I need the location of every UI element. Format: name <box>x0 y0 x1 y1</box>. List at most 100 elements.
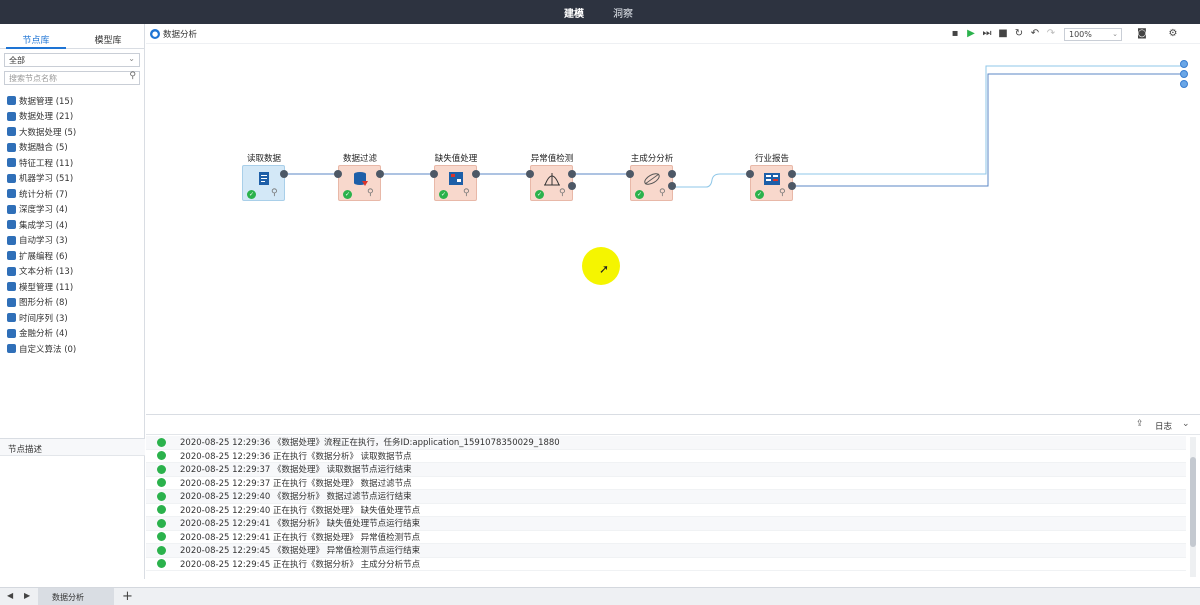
output-port[interactable] <box>568 182 576 190</box>
category-item[interactable]: 集成学习 (4) <box>0 217 145 233</box>
magnify-icon[interactable]: ⚲ <box>271 188 278 198</box>
redo-icon[interactable]: ↷ <box>1045 28 1057 40</box>
log-row: 2020-08-25 12:29:37 《数据处理》 读取数据节点运行结束 <box>146 463 1186 477</box>
flow-tab[interactable]: 数据分析 <box>38 588 114 605</box>
refresh-icon[interactable]: ↻ <box>1013 28 1025 40</box>
category-item[interactable]: 数据融合 (5) <box>0 140 145 156</box>
node-read-data[interactable]: ✓ ⚲ <box>242 165 285 201</box>
undo-icon[interactable]: ↶ <box>1029 28 1041 40</box>
category-label: 集成学习 (4) <box>19 220 68 231</box>
category-item[interactable]: 统计分析 (7) <box>0 186 145 202</box>
tab-modeling[interactable]: 建模 <box>564 5 584 20</box>
camera-icon[interactable]: ◙ <box>1136 28 1148 40</box>
log-row: 2020-08-25 12:29:40 正在执行《数据处理》 缺失值处理节点 <box>146 504 1186 517</box>
zoom-select[interactable]: 100% ⌄ <box>1064 28 1122 41</box>
node-missing-values[interactable]: ✓ ⚲ <box>434 165 477 201</box>
category-item[interactable]: 数据管理 (15) <box>0 93 145 109</box>
category-item[interactable]: 时间序列 (3) <box>0 310 145 326</box>
category-label: 模型管理 (11) <box>19 282 74 293</box>
edge-pca-report <box>675 173 746 188</box>
scrollbar-thumb[interactable] <box>1190 457 1196 547</box>
next-tab-icon[interactable]: ▶ <box>24 591 30 600</box>
tab-node-library[interactable]: 节点库 <box>0 33 72 46</box>
node-search-input[interactable]: 搜索节点名称 ⚲ <box>4 71 140 85</box>
node-data-filter[interactable]: ✓ ⚲ <box>338 165 381 201</box>
category-item[interactable]: 金融分析 (4) <box>0 326 145 342</box>
input-port[interactable] <box>626 170 634 178</box>
category-item[interactable]: 模型管理 (11) <box>0 279 145 295</box>
log-text: 2020-08-25 12:29:40 《数据分析》 数据过滤节点运行结束 <box>180 492 412 503</box>
input-port[interactable] <box>746 170 754 178</box>
node-description-header: 节点描述 <box>0 438 145 456</box>
save-icon[interactable]: ▪ <box>949 28 961 40</box>
log-scrollbar[interactable] <box>1190 437 1196 577</box>
output-port[interactable] <box>668 170 676 178</box>
output-endpoint[interactable] <box>1180 60 1188 68</box>
category-item[interactable]: 特征工程 (11) <box>0 155 145 171</box>
library-tabs: 节点库 模型库 <box>0 29 145 49</box>
search-placeholder: 搜索节点名称 <box>9 74 57 83</box>
output-port[interactable] <box>668 182 676 190</box>
filter-value: 全部 <box>9 56 25 65</box>
flow-canvas[interactable]: 读取数据 ✓ ⚲ 数据过滤 ✓ ⚲ 缺失值处理 ✓ ⚲ 异常值检测 ✓ ⚲ 主成… <box>146 44 1200 414</box>
flow-title: 数据分析 <box>163 30 198 40</box>
run-icon[interactable]: ▶ <box>965 28 977 40</box>
bottom-tab-bar: ◀ ▶ 数据分析 + <box>0 587 1200 605</box>
tab-model-library[interactable]: 模型库 <box>72 33 144 46</box>
search-icon[interactable]: ⚲ <box>129 71 136 81</box>
category-item[interactable]: 文本分析 (13) <box>0 264 145 280</box>
node-industry-report[interactable]: ✓ ⚲ <box>750 165 793 201</box>
success-check-icon <box>157 478 166 488</box>
input-port[interactable] <box>430 170 438 178</box>
chevron-down-icon[interactable]: ⌄ <box>1182 419 1190 429</box>
category-label: 自动学习 (3) <box>19 236 68 247</box>
output-port[interactable] <box>788 170 796 178</box>
output-port[interactable] <box>472 170 480 178</box>
category-item[interactable]: 自动学习 (3) <box>0 233 145 249</box>
log-list: 2020-08-25 12:29:36 《数据处理》流程正在执行，任务ID:ap… <box>146 436 1186 571</box>
input-port[interactable] <box>334 170 342 178</box>
tab-insight[interactable]: 洞察 <box>613 5 633 20</box>
log-row: 2020-08-25 12:29:40 《数据分析》 数据过滤节点运行结束 <box>146 490 1186 504</box>
output-endpoint[interactable] <box>1180 70 1188 78</box>
success-check-icon <box>157 437 166 447</box>
category-item[interactable]: 深度学习 (4) <box>0 202 145 218</box>
node-outlier-detect[interactable]: ✓ ⚲ <box>530 165 573 201</box>
gear-icon[interactable]: ⚙ <box>1167 28 1179 40</box>
category-label: 文本分析 (13) <box>19 267 74 278</box>
report-table-icon <box>764 173 780 185</box>
magnify-icon[interactable]: ⚲ <box>559 188 566 198</box>
add-tab-button[interactable]: + <box>122 589 133 604</box>
category-item[interactable]: 数据处理 (21) <box>0 109 145 125</box>
category-label: 大数据处理 (5) <box>19 127 77 138</box>
magnify-icon[interactable]: ⚲ <box>659 188 666 198</box>
category-item[interactable]: 自定义算法 (0) <box>0 341 145 357</box>
node-label: 读取数据 <box>246 154 281 164</box>
custom-icon <box>7 344 16 354</box>
input-port[interactable] <box>526 170 534 178</box>
category-item[interactable]: 扩展编程 (6) <box>0 248 145 264</box>
log-text: 2020-08-25 12:29:36 《数据处理》流程正在执行，任务ID:ap… <box>180 438 560 449</box>
output-port[interactable] <box>280 170 288 178</box>
output-port[interactable] <box>788 182 796 190</box>
stop-icon[interactable]: ■ <box>997 28 1009 40</box>
magnify-icon[interactable]: ⚲ <box>779 188 786 198</box>
category-filter-select[interactable]: 全部 ⌄ <box>4 53 140 67</box>
step-run-icon[interactable]: ⏭ <box>981 28 993 40</box>
category-label: 时间序列 (3) <box>19 313 68 324</box>
export-icon[interactable]: ⇪ <box>1136 419 1144 429</box>
magnify-icon[interactable]: ⚲ <box>463 188 470 198</box>
prev-tab-icon[interactable]: ◀ <box>7 591 13 600</box>
flow-icon: ● <box>150 29 160 39</box>
output-endpoint[interactable] <box>1180 80 1188 88</box>
log-text: 2020-08-25 12:29:45 正在执行《数据分析》 主成分分析节点 <box>180 559 421 570</box>
magnify-icon[interactable]: ⚲ <box>367 188 374 198</box>
output-port[interactable] <box>568 170 576 178</box>
output-port[interactable] <box>376 170 384 178</box>
node-pca[interactable]: ✓ ⚲ <box>630 165 673 201</box>
category-item[interactable]: 图形分析 (8) <box>0 295 145 311</box>
node-label: 异常值检测 <box>530 154 574 164</box>
category-item[interactable]: 机器学习 (51) <box>0 171 145 187</box>
category-item[interactable]: 大数据处理 (5) <box>0 124 145 140</box>
chevron-down-icon: ⌄ <box>1112 30 1118 38</box>
